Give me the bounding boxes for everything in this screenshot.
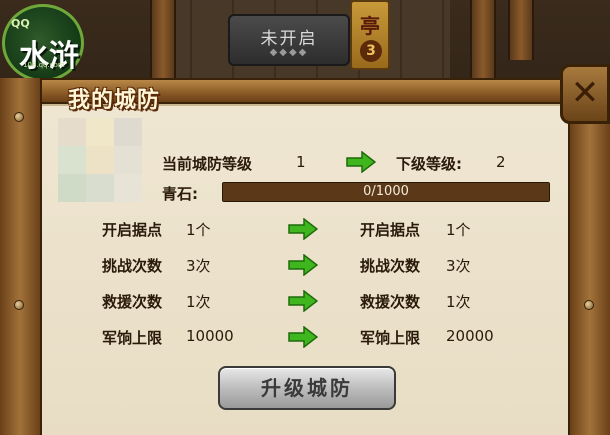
wooden-post xyxy=(150,0,176,90)
stat-next-label: 开启据点 xyxy=(360,221,421,239)
upgrade-defense-button[interactable]: 升级城防 xyxy=(218,366,396,410)
wooden-post xyxy=(508,0,534,60)
stat-next-value: 20000 xyxy=(446,327,494,345)
resource-progress-bar: 0/1000 xyxy=(222,182,550,202)
city-defense-icon xyxy=(58,118,142,202)
close-icon: ✕ xyxy=(570,73,600,113)
pavilion-sign-text: 亭 xyxy=(360,14,380,38)
arrow-right-icon xyxy=(346,151,376,173)
arrow-right-icon xyxy=(288,218,318,240)
arrow-right-icon xyxy=(288,326,318,348)
stat-label: 军饷上限 xyxy=(102,329,163,347)
resource-progress-text: 0/1000 xyxy=(363,184,409,199)
stat-label: 开启据点 xyxy=(102,221,163,239)
wooden-post xyxy=(470,0,496,90)
pavilion-number-badge: 3 xyxy=(360,40,382,62)
stat-next-label: 救援次数 xyxy=(360,293,421,311)
stat-next-value: 1次 xyxy=(446,293,471,311)
nail-icon xyxy=(14,300,24,310)
stat-next-label: 军饷上限 xyxy=(360,329,421,347)
locked-stronghold-plate: 未开启 ◆◆◆◆ xyxy=(228,14,350,66)
locked-label: 未开启 xyxy=(260,29,318,49)
next-level-label: 下级等级: xyxy=(396,155,462,173)
close-button[interactable]: ✕ xyxy=(560,64,610,124)
stat-current-value: 1个 xyxy=(186,221,211,239)
current-level-value: 1 xyxy=(296,153,306,171)
stat-current-value: 3次 xyxy=(186,257,211,275)
game-logo: QQ 水浒 108.qq.com xyxy=(2,4,84,82)
stat-current-value: 1次 xyxy=(186,293,211,311)
pavilion-sign: 亭 3 xyxy=(350,0,390,70)
logo-url: 108.qq.com xyxy=(23,61,65,69)
arrow-right-icon xyxy=(288,254,318,276)
wood-frame-right xyxy=(568,78,610,435)
nail-icon xyxy=(584,300,594,310)
stat-next-value: 1个 xyxy=(446,221,471,239)
next-level-value: 2 xyxy=(496,153,506,171)
locked-dots-icon: ◆◆◆◆ xyxy=(269,47,309,58)
resource-label: 青石: xyxy=(162,185,198,203)
stat-label: 救援次数 xyxy=(102,293,163,311)
stat-next-value: 3次 xyxy=(446,257,471,275)
stat-label: 挑战次数 xyxy=(102,257,163,275)
wood-frame-left xyxy=(0,78,42,435)
nail-icon xyxy=(14,112,24,122)
arrow-right-icon xyxy=(288,290,318,312)
current-level-label: 当前城防等级 xyxy=(162,155,253,173)
logo-brand: QQ xyxy=(11,17,30,30)
stat-current-value: 10000 xyxy=(186,327,234,345)
panel-title: 我的城防 xyxy=(68,88,161,113)
stat-next-label: 挑战次数 xyxy=(360,257,421,275)
